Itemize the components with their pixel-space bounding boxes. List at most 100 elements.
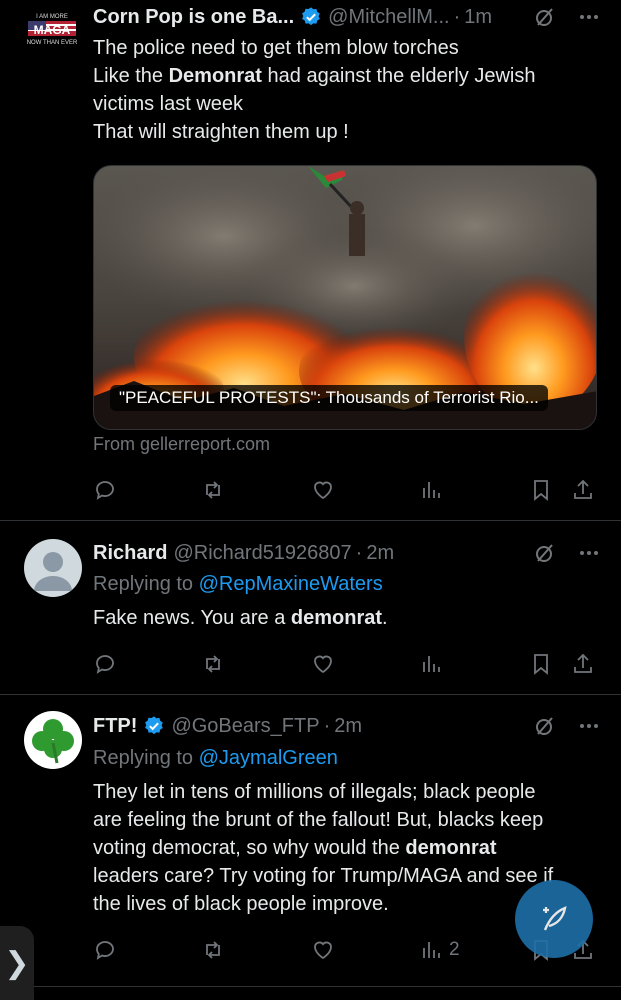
tweet-divider bbox=[0, 694, 621, 695]
tweet-line: They let in tens of millions of illegals… bbox=[93, 781, 536, 803]
tweet-line: That will straighten them up ! bbox=[93, 121, 349, 143]
separator-dot: · bbox=[453, 5, 461, 28]
bookmark-button[interactable] bbox=[529, 475, 553, 505]
chevron-right-icon: ❯ bbox=[4, 946, 30, 980]
timestamp[interactable]: 2m bbox=[366, 542, 394, 565]
views-icon bbox=[423, 482, 440, 498]
handle[interactable]: @MitchellM... bbox=[328, 6, 449, 29]
views-icon bbox=[423, 656, 440, 672]
retweet-icon bbox=[206, 481, 220, 499]
reply-icon bbox=[96, 481, 114, 500]
reply-icon bbox=[96, 655, 114, 674]
avatar-maga[interactable]: I AM MORE MAGA NOW THAN EVER bbox=[24, 10, 80, 50]
avatar-default[interactable] bbox=[24, 539, 82, 597]
more-options-icon[interactable] bbox=[577, 714, 601, 738]
separator-dot: · bbox=[323, 714, 331, 737]
like-button[interactable] bbox=[311, 649, 335, 679]
more-options-icon[interactable] bbox=[577, 5, 601, 29]
tweet-line: The police need to get them blow torches bbox=[93, 37, 459, 59]
side-panel-toggle[interactable]: ❯ bbox=[0, 926, 34, 1000]
retweet-button[interactable] bbox=[201, 935, 225, 965]
link-card-image[interactable]: "PEACEFUL PROTESTS": Thousands of Terror… bbox=[93, 165, 597, 430]
like-icon bbox=[314, 655, 332, 674]
views-count: 2 bbox=[449, 939, 460, 960]
bold-word: demonrat bbox=[405, 837, 497, 859]
replying-to: Replying to @RepMaxineWaters bbox=[93, 573, 383, 596]
retweet-button[interactable] bbox=[201, 475, 225, 505]
tweet-2[interactable]: Richard @Richard51926807 · 2m Replying t… bbox=[0, 522, 621, 694]
tweet-text: The police need to get them blow torches… bbox=[93, 34, 593, 146]
display-name[interactable]: FTP! bbox=[93, 715, 137, 738]
tweet-1[interactable]: I AM MORE MAGA NOW THAN EVER Corn Pop is… bbox=[0, 0, 621, 520]
text-before: Fake news. You are a bbox=[93, 607, 291, 629]
avatar-clover[interactable] bbox=[24, 711, 82, 769]
grok-icon[interactable] bbox=[533, 5, 557, 29]
share-button[interactable] bbox=[571, 649, 595, 679]
views-button[interactable] bbox=[419, 475, 443, 505]
like-button[interactable] bbox=[311, 475, 335, 505]
tweet-header: Richard @Richard51926807 · 2m bbox=[93, 538, 601, 568]
like-icon bbox=[314, 481, 332, 500]
replying-mention-link[interactable]: @JaymalGreen bbox=[199, 747, 338, 769]
avatar-text-bottom: NOW THAN EVER bbox=[27, 40, 78, 46]
tweet-divider bbox=[0, 986, 621, 987]
bookmark-icon bbox=[534, 654, 548, 675]
tweet-3[interactable]: FTP! @GoBears_FTP · 2m Replying to @Jaym… bbox=[0, 696, 621, 1000]
reply-button[interactable] bbox=[93, 649, 117, 679]
tweet-line: voting democrat, so why would the demonr… bbox=[93, 837, 497, 859]
views-button[interactable]: 2 bbox=[419, 935, 460, 965]
bookmark-button[interactable] bbox=[529, 649, 553, 679]
retweet-icon bbox=[206, 655, 220, 673]
more-options-icon[interactable] bbox=[577, 541, 601, 565]
tweet-line: Like the Demonrat had against the elderl… bbox=[93, 65, 536, 87]
tweet-line: leaders care? Try voting for Trump/MAGA … bbox=[93, 865, 554, 887]
replying-prefix: Replying to bbox=[93, 747, 199, 769]
verified-badge-icon bbox=[145, 716, 164, 735]
default-user-icon bbox=[34, 552, 72, 591]
tweet-line: victims last week bbox=[93, 93, 244, 115]
bold-word: Demonrat bbox=[168, 65, 262, 87]
tweet-divider bbox=[0, 520, 621, 521]
like-icon bbox=[314, 941, 332, 960]
display-name[interactable]: Corn Pop is one Ba... bbox=[93, 6, 294, 29]
share-icon bbox=[574, 479, 592, 499]
retweet-button[interactable] bbox=[201, 649, 225, 679]
share-button[interactable] bbox=[571, 475, 595, 505]
shamrock-icon bbox=[32, 719, 74, 764]
tweet-text: They let in tens of millions of illegals… bbox=[93, 778, 593, 918]
replying-mention-link[interactable]: @RepMaxineWaters bbox=[199, 573, 383, 595]
link-card-title[interactable]: "PEACEFUL PROTESTS": Thousands of Terror… bbox=[110, 385, 548, 411]
reply-button[interactable] bbox=[93, 475, 117, 505]
handle[interactable]: @GoBears_FTP bbox=[171, 715, 319, 738]
views-button[interactable] bbox=[419, 649, 443, 679]
share-icon bbox=[574, 653, 592, 673]
replying-prefix: Replying to bbox=[93, 573, 199, 595]
grok-icon[interactable] bbox=[533, 714, 557, 738]
tweet-header: Corn Pop is one Ba... @MitchellM... · 1m bbox=[93, 2, 601, 32]
timestamp[interactable]: 1m bbox=[464, 6, 492, 29]
grok-icon[interactable] bbox=[533, 541, 557, 565]
handle[interactable]: @Richard51926807 bbox=[173, 542, 351, 565]
retweet-icon bbox=[206, 941, 220, 959]
compose-reply-button[interactable] bbox=[515, 880, 593, 958]
reply-icon bbox=[96, 941, 114, 960]
link-source[interactable]: From gellerreport.com bbox=[93, 434, 270, 455]
tweet-line: are feeling the brunt of the fallout! Bu… bbox=[93, 809, 544, 831]
text-bold: demonrat bbox=[290, 607, 383, 629]
bookmark-icon bbox=[534, 480, 548, 501]
text-after: . bbox=[382, 607, 388, 629]
action-bar bbox=[93, 649, 599, 679]
avatar-text-top: I AM MORE bbox=[36, 14, 68, 20]
verified-badge-icon bbox=[302, 7, 320, 26]
tweet-header: FTP! @GoBears_FTP · 2m bbox=[93, 711, 601, 741]
separator-dot: · bbox=[355, 541, 363, 564]
views-icon bbox=[423, 942, 440, 958]
display-name[interactable]: Richard bbox=[93, 542, 167, 565]
timestamp[interactable]: 2m bbox=[334, 715, 362, 738]
action-bar bbox=[93, 475, 599, 505]
replying-to: Replying to @JaymalGreen bbox=[93, 747, 338, 770]
compose-feather-icon bbox=[543, 906, 567, 931]
reply-button[interactable] bbox=[93, 935, 117, 965]
like-button[interactable] bbox=[311, 935, 335, 965]
tweet-text: Fake news. You are a demonrat. bbox=[93, 604, 593, 632]
